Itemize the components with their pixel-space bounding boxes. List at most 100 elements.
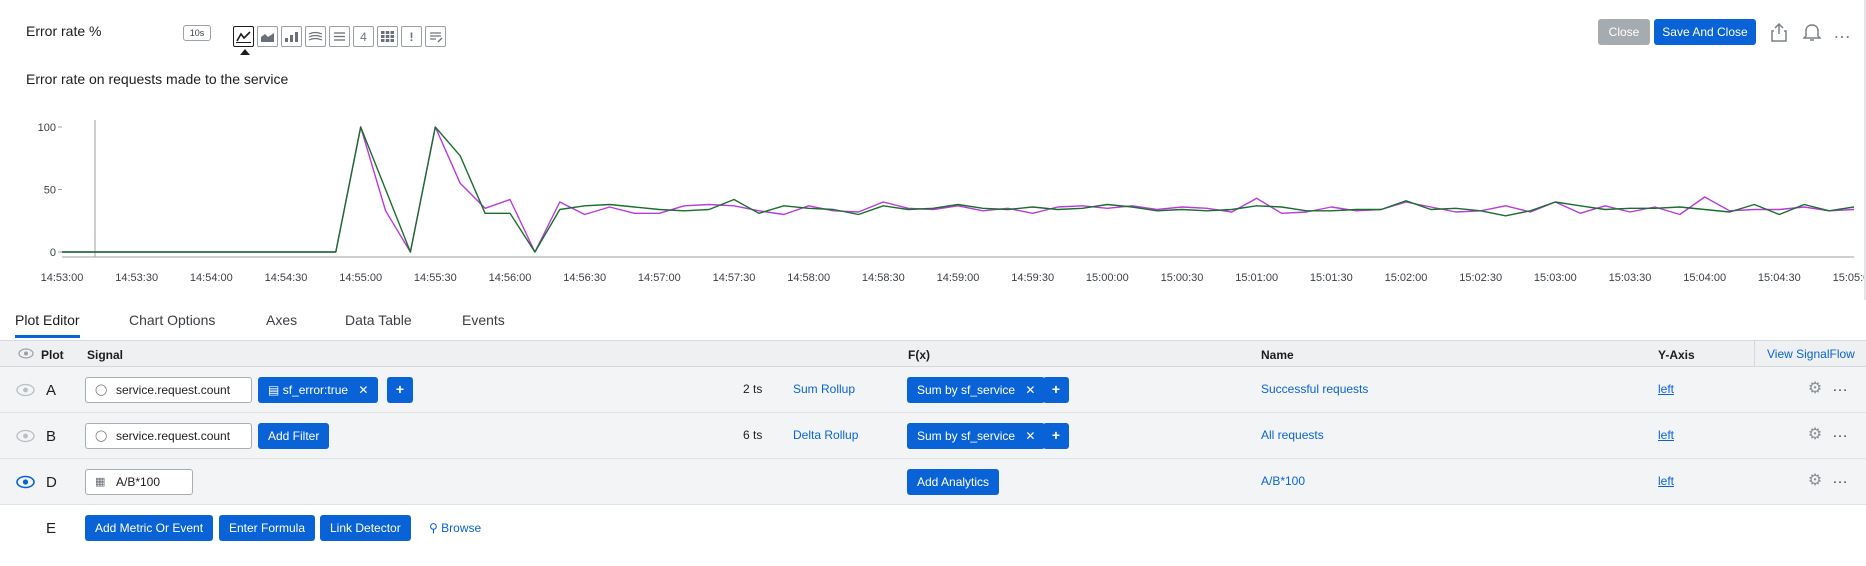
plot-letter: D	[46, 474, 57, 491]
eye-off-icon[interactable]	[18, 347, 34, 360]
plot-name-link[interactable]: Successful requests	[1261, 382, 1368, 396]
x-tick-label: 14:56:00	[489, 272, 532, 284]
x-tick-label: 14:53:30	[115, 272, 158, 284]
close-button[interactable]: Close	[1598, 19, 1650, 45]
x-tick-label: 14:57:00	[638, 272, 681, 284]
ts-count: 6 ts	[743, 428, 763, 442]
row-more-icon[interactable]: …	[1832, 424, 1849, 442]
gear-icon[interactable]: ⚙	[1806, 426, 1824, 444]
table-header: Plot Signal F(x) Name Y-Axis View Signal…	[0, 340, 1866, 368]
metric-tag-icon: ◯	[95, 430, 108, 442]
row-more-icon[interactable]: …	[1832, 378, 1849, 396]
y-tick-label: 100	[38, 122, 56, 134]
plot-name-link[interactable]: A/B*100	[1261, 474, 1305, 488]
analytics-chip[interactable]: Sum by sf_service ✕	[907, 377, 1046, 403]
yaxis-link[interactable]: left	[1658, 474, 1674, 488]
eye-off-icon[interactable]	[16, 429, 35, 443]
add-analytics-plus-button[interactable]: +	[1043, 423, 1069, 449]
plot-row-a: A ◯ service.request.count ▤ sf_error:tru…	[0, 367, 1866, 413]
ts-count: 2 ts	[743, 382, 763, 396]
eye-off-icon[interactable]	[16, 383, 35, 397]
visualization-picker: 4!	[233, 26, 446, 55]
filter-chip[interactable]: ▤ sf_error:true ✕	[258, 377, 379, 403]
line-chart-icon[interactable]	[233, 26, 254, 55]
row-more-icon[interactable]: …	[1832, 470, 1849, 488]
chart-svg: 0 50 100 14:53:00 14:53:30 14:54:00 14:54:30 14…	[38, 120, 1866, 284]
bell-icon[interactable]	[1800, 19, 1824, 45]
view-signalflow-link[interactable]: View SignalFlow	[1754, 341, 1855, 368]
signal-input[interactable]: ◯ service.request.count	[85, 423, 252, 449]
analytics-label: Sum by sf_service	[917, 429, 1016, 443]
remove-analytics-icon[interactable]: ✕	[1025, 429, 1035, 443]
formula-input[interactable]: ▦ A/B*100	[85, 469, 193, 495]
x-tick-label: 15:00:30	[1161, 272, 1204, 284]
x-tick-label: 14:55:00	[339, 272, 382, 284]
chart-description[interactable]: Error rate on requests made to the servi…	[26, 71, 288, 87]
x-tick-label: 15:02:00	[1385, 272, 1428, 284]
formula-value: A/B*100	[116, 475, 161, 489]
chart-title[interactable]: Error rate %	[26, 23, 101, 39]
add-filter-plus-button[interactable]: +	[387, 377, 413, 403]
column-chart-icon[interactable]	[281, 26, 302, 47]
header-yaxis: Y-Axis	[1658, 348, 1695, 362]
header-fx: F(x)	[908, 348, 930, 362]
remove-analytics-icon[interactable]: ✕	[1025, 383, 1035, 397]
plot-row-d: D ▦ A/B*100 Add Analytics A/B*100 left ⚙…	[0, 459, 1866, 505]
x-tick-label: 15:00:00	[1086, 272, 1129, 284]
gear-icon[interactable]: ⚙	[1806, 472, 1824, 490]
list-icon[interactable]	[329, 26, 350, 47]
line-chart: 0 50 100 14:53:00 14:53:30 14:54:00 14:54:30 14…	[0, 100, 1866, 290]
share-icon[interactable]	[1767, 19, 1791, 45]
plot-row-e: E Add Metric Or Event Enter Formula Link…	[0, 505, 1866, 551]
filter-icon: ▤	[268, 383, 280, 397]
add-analytics-button[interactable]: Add Analytics	[907, 469, 1000, 495]
plot-row-b: B ◯ service.request.count Add Filter 6 t…	[0, 413, 1866, 459]
add-metric-or-event-button[interactable]: Add Metric Or Event	[85, 515, 214, 541]
add-filter-button[interactable]: Add Filter	[258, 423, 330, 449]
histogram-icon[interactable]	[305, 26, 326, 47]
header-signal: Signal	[87, 348, 124, 362]
series-line-1	[62, 126, 1855, 253]
event-feed-icon-glyph: !	[409, 29, 414, 44]
gear-icon[interactable]: ⚙	[1806, 380, 1824, 398]
yaxis-link[interactable]: left	[1658, 428, 1674, 442]
enter-formula-button[interactable]: Enter Formula	[219, 515, 316, 541]
filter-label: sf_error:true	[282, 383, 349, 397]
x-tick-label: 14:55:30	[414, 272, 457, 284]
area-chart-icon[interactable]	[257, 26, 278, 47]
series-line-2	[62, 126, 1855, 253]
x-tick-label: 14:59:00	[937, 272, 980, 284]
x-tick-label: 14:53:00	[41, 272, 84, 284]
rollup-link[interactable]: Delta Rollup	[793, 428, 858, 442]
rollup-link[interactable]: Sum Rollup	[793, 382, 855, 396]
signal-value: service.request.count	[116, 383, 231, 397]
heatmap-icon[interactable]	[377, 26, 398, 47]
tab-chart-options[interactable]: Chart Options	[129, 312, 215, 328]
x-tick-label: 15:03:30	[1609, 272, 1652, 284]
single-value-icon-glyph: 4	[360, 29, 367, 44]
signal-value: service.request.count	[116, 429, 231, 443]
add-analytics-plus-button[interactable]: +	[1043, 377, 1069, 403]
x-tick-label: 14:58:00	[787, 272, 830, 284]
single-value-icon[interactable]: 4	[353, 26, 374, 47]
x-tick-label: 14:58:30	[862, 272, 905, 284]
tab-events[interactable]: Events	[462, 312, 505, 328]
event-feed-icon[interactable]: !	[401, 26, 422, 47]
plot-name-link[interactable]: All requests	[1261, 428, 1324, 442]
text-note-icon[interactable]	[425, 26, 446, 47]
browse-link[interactable]: ⚲ Browse	[429, 521, 481, 535]
signal-input[interactable]: ◯ service.request.count	[85, 377, 252, 403]
yaxis-link[interactable]: left	[1658, 382, 1674, 396]
x-tick-label: 15:04:00	[1683, 272, 1726, 284]
remove-filter-icon[interactable]: ✕	[358, 383, 368, 397]
link-detector-button[interactable]: Link Detector	[320, 515, 411, 541]
tab-data-table[interactable]: Data Table	[345, 312, 412, 328]
x-tick-label: 14:56:30	[563, 272, 606, 284]
save-and-close-button[interactable]: Save And Close	[1654, 19, 1756, 45]
tab-axes[interactable]: Axes	[266, 312, 297, 328]
more-options-icon[interactable]: …	[1830, 19, 1854, 45]
eye-visible-icon[interactable]	[16, 475, 35, 489]
analytics-chip[interactable]: Sum by sf_service ✕	[907, 423, 1046, 449]
tab-plot-editor[interactable]: Plot Editor	[15, 312, 80, 338]
x-tick-label: 15:01:30	[1310, 272, 1353, 284]
